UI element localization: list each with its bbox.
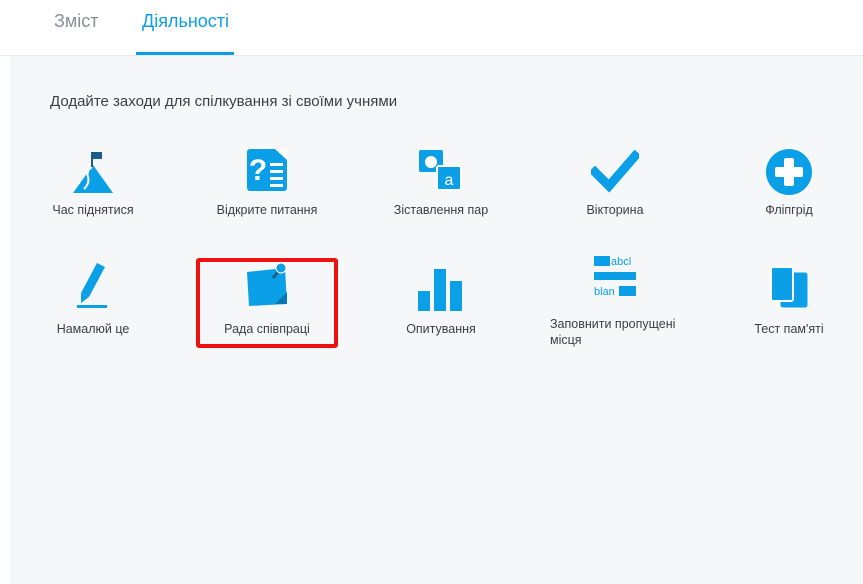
activity-match-pairs[interactable]: a Зіставлення пар [366, 144, 516, 244]
activity-flipgrid[interactable]: Фліпгрід [714, 144, 863, 244]
activity-label: Відкрите питання [216, 203, 318, 217]
pencil-icon [73, 261, 113, 314]
svg-text:a: a [445, 172, 454, 189]
section-heading: Додайте заходи для спілкування зі своїми… [50, 93, 398, 110]
tab-activities[interactable]: Діяльності [142, 10, 229, 32]
plus-circle-icon [765, 148, 813, 201]
activity-label: Зіставлення пар [393, 203, 489, 217]
svg-text:abcl: abcl [611, 256, 631, 268]
activity-memory-test[interactable]: Тест пам'яті [714, 261, 863, 361]
activity-poll[interactable]: Опитування [366, 261, 516, 361]
mountain-flag-icon [70, 149, 116, 200]
activity-label: Фліпгрід [765, 203, 813, 217]
svg-text:blan: blan [594, 286, 615, 298]
active-tab-indicator [136, 52, 234, 55]
tab-bar: Зміст Діяльності [0, 0, 863, 56]
question-document-icon: ? [245, 147, 289, 198]
tab-content[interactable]: Зміст [54, 10, 99, 32]
activities-panel: Додайте заходи для спілкування зі своїми… [10, 56, 863, 584]
memory-cards-icon [767, 263, 811, 314]
activity-open-question[interactable]: ? Відкрите питання [192, 144, 342, 244]
activity-label: Час піднятися [52, 203, 134, 217]
activity-label: Опитування [406, 322, 476, 336]
activity-fill-blanks[interactable]: abcl blan Заповнити пропущені місця [540, 254, 690, 354]
activity-label: Намалюй це [56, 322, 130, 336]
checkmark-icon [588, 149, 642, 199]
activity-label: Вікторина [586, 203, 644, 217]
match-pairs-icon: a [417, 148, 465, 199]
svg-text:?: ? [249, 154, 267, 187]
activity-draw-it[interactable]: Намалюй це [18, 261, 168, 361]
activity-label: Заповнити пропущені місця [550, 317, 676, 347]
bar-chart-icon [416, 265, 466, 316]
activity-quiz[interactable]: Вікторина [540, 144, 690, 244]
fill-blanks-icon: abcl blan [592, 254, 638, 300]
activity-rise-up[interactable]: Час піднятися [18, 144, 168, 244]
activity-label: Тест пам'яті [754, 322, 824, 336]
selection-highlight [196, 258, 338, 348]
